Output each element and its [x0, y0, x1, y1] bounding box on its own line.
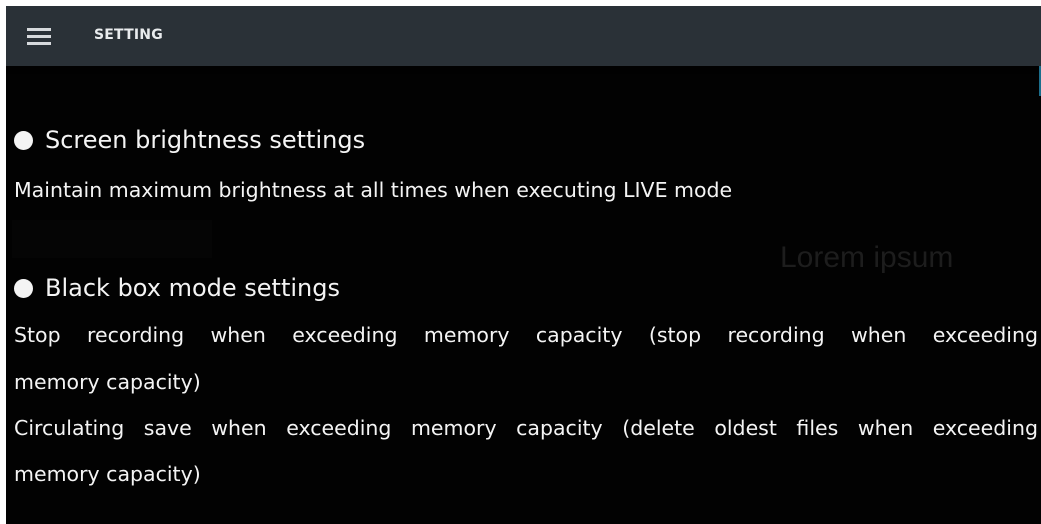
stop-recording-line-1: Stop recording when exceeding memory cap… — [14, 323, 1038, 347]
screen: SETTING Screen brightness settings Maint… — [6, 6, 1041, 524]
circulating-save-line-2: memory capacity) — [14, 462, 201, 486]
redacted-box — [12, 220, 212, 258]
section-heading-screen-brightness: Screen brightness settings — [14, 126, 365, 154]
stop-recording-line-2: memory capacity) — [14, 370, 201, 394]
section-heading-black-box-mode: Black box mode settings — [14, 274, 340, 302]
section-heading-label: Screen brightness settings — [45, 126, 366, 154]
page-title: SETTING — [94, 27, 163, 43]
app-bar: SETTING — [6, 6, 1041, 66]
circulating-save-line-1: Circulating save when exceeding memory c… — [14, 416, 1038, 440]
brightness-description: Maintain maximum brightness at all times… — [14, 178, 733, 202]
bullet-icon — [14, 278, 33, 298]
hamburger-menu-icon[interactable] — [27, 28, 51, 45]
bullet-icon — [14, 130, 33, 150]
watermark-text: Lorem ipsum — [780, 241, 954, 274]
section-heading-label: Black box mode settings — [45, 274, 340, 302]
